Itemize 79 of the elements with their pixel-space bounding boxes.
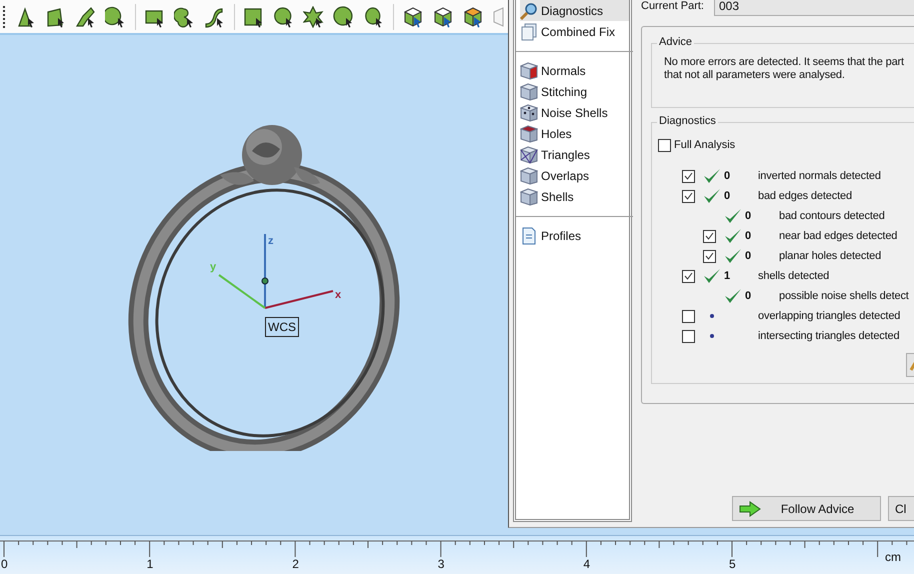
sidebar-item[interactable]: Noise Shells <box>520 102 629 123</box>
diagnostic-label: intersecting triangles detected <box>758 330 900 342</box>
sidebar-item[interactable]: Combined Fix <box>520 21 629 42</box>
diagnostic-label: possible noise shells detect <box>779 290 909 302</box>
sidebar-item[interactable]: Diagnostics <box>520 0 629 21</box>
row-checkbox[interactable] <box>682 190 695 202</box>
strip-cursor-icon[interactable] <box>75 6 97 28</box>
ruler-label: 2 <box>292 557 299 571</box>
arrow-right-icon <box>739 500 761 516</box>
toolbar-grip[interactable] <box>3 6 7 28</box>
sidebar-item[interactable]: Shells <box>520 186 629 207</box>
count: 0 <box>724 190 730 202</box>
advice-text: No more errors are detected. It seems that the part <box>664 56 905 69</box>
ruler-unit: cm <box>885 550 901 564</box>
sidebar-item[interactable]: Profiles <box>520 225 629 246</box>
row-checkbox[interactable] <box>682 270 695 282</box>
ruler-label: 5 <box>729 557 736 571</box>
dialog-button[interactable]: Cl <box>888 496 914 521</box>
cube-icon <box>520 62 538 80</box>
diagnostic-label: shells detected <box>758 270 830 282</box>
pending-dot-icon <box>710 334 714 338</box>
count: 0 <box>724 170 730 182</box>
diagnostic-label: bad edges detected <box>758 190 852 202</box>
check-icon <box>702 168 720 184</box>
z-axis-label: z <box>268 235 274 247</box>
group-title: Diagnostics <box>657 115 718 127</box>
wcs-label: WCS <box>265 317 299 337</box>
sidebar-item[interactable]: Stitching <box>520 81 629 102</box>
count: 0 <box>745 230 752 242</box>
check-icon <box>702 188 720 204</box>
check-icon <box>724 208 742 224</box>
sidebar-item[interactable]: Normals <box>520 60 629 81</box>
advice-text: that not all parameters were analysed. <box>664 69 846 82</box>
x-axis-label: x <box>335 289 342 301</box>
cube-icon <box>520 124 538 142</box>
check-icon <box>724 228 742 244</box>
y-axis-label: y <box>210 261 216 273</box>
full-analysis-label: Full Analysis <box>674 139 736 151</box>
row-checkbox[interactable] <box>682 170 695 182</box>
pending-dot-icon <box>710 314 714 318</box>
diagnostic-label: bad contours detected <box>779 210 885 222</box>
cube-icon <box>520 166 538 184</box>
follow-advice-button[interactable]: Follow Advice <box>732 496 881 521</box>
row-checkbox[interactable] <box>703 230 716 242</box>
document-icon <box>520 226 538 244</box>
check-icon <box>724 288 742 304</box>
ruler-label: 3 <box>438 557 444 571</box>
ruler-label: 1 <box>146 557 154 571</box>
sidebar-item[interactable]: Overlaps <box>520 165 629 186</box>
sidebar-item[interactable]: Triangles <box>520 144 629 165</box>
count: 0 <box>745 250 752 262</box>
stacked-pages-icon <box>520 22 538 40</box>
wireframe-cube-icon <box>520 146 538 164</box>
ruler-label: 4 <box>583 557 590 571</box>
diagnostic-label: near bad edges detected <box>779 230 898 242</box>
sidebar-item[interactable]: Holes <box>520 123 629 144</box>
cube-cursor-icon[interactable] <box>402 6 424 28</box>
diagnostic-label: planar holes detected <box>779 250 882 262</box>
group-title: Advice <box>657 36 694 48</box>
count: 1 <box>724 270 730 282</box>
full-analysis-checkbox[interactable] <box>658 138 671 152</box>
count: 0 <box>745 210 752 222</box>
current-part-label: Current Part: <box>641 0 705 12</box>
cube-cursor-icon[interactable] <box>462 6 484 28</box>
row-checkbox[interactable] <box>703 250 716 262</box>
cube-icon <box>520 82 538 100</box>
cube-icon <box>520 188 538 206</box>
current-part-field[interactable]: 003 <box>714 0 914 16</box>
check-icon <box>724 248 742 264</box>
row-checkbox[interactable] <box>682 330 695 342</box>
diagnostic-label: overlapping triangles detected <box>758 310 900 322</box>
magnifier-icon <box>520 2 538 20</box>
cube-cursor-icon[interactable] <box>432 6 454 28</box>
diagnostic-label: inverted normals detected <box>758 170 881 182</box>
ruler-label: 0 <box>1 557 8 571</box>
row-checkbox[interactable] <box>682 310 695 322</box>
count: 0 <box>745 290 752 302</box>
dice-cube-icon <box>520 104 538 122</box>
check-icon <box>702 268 720 284</box>
